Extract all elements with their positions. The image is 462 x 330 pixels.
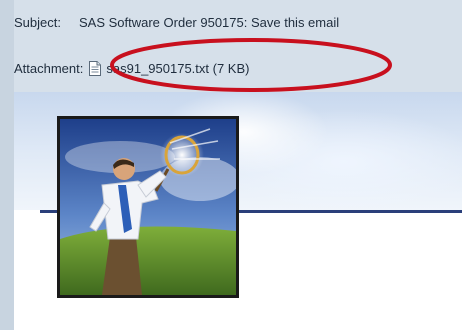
attachment-item[interactable]: sas91_950175.txt (7 KB)	[89, 60, 250, 76]
subject-label: Subject:	[14, 14, 61, 30]
attachment-label: Attachment:	[14, 60, 84, 76]
attachment-filename: sas91_950175.txt (7 KB)	[106, 60, 250, 76]
attachment-row: Attachment: sas91_950175.txt (7 KB)	[14, 56, 249, 80]
email-window: Subject: SAS Software Order 950175: Save…	[0, 0, 462, 330]
subject-value: SAS Software Order 950175: Save this ema…	[78, 14, 340, 30]
subject-row: Subject: SAS Software Order 950175: Save…	[14, 10, 339, 34]
man-with-net-illustration	[57, 116, 239, 298]
window-left-border	[0, 0, 15, 330]
text-file-icon	[89, 60, 102, 76]
